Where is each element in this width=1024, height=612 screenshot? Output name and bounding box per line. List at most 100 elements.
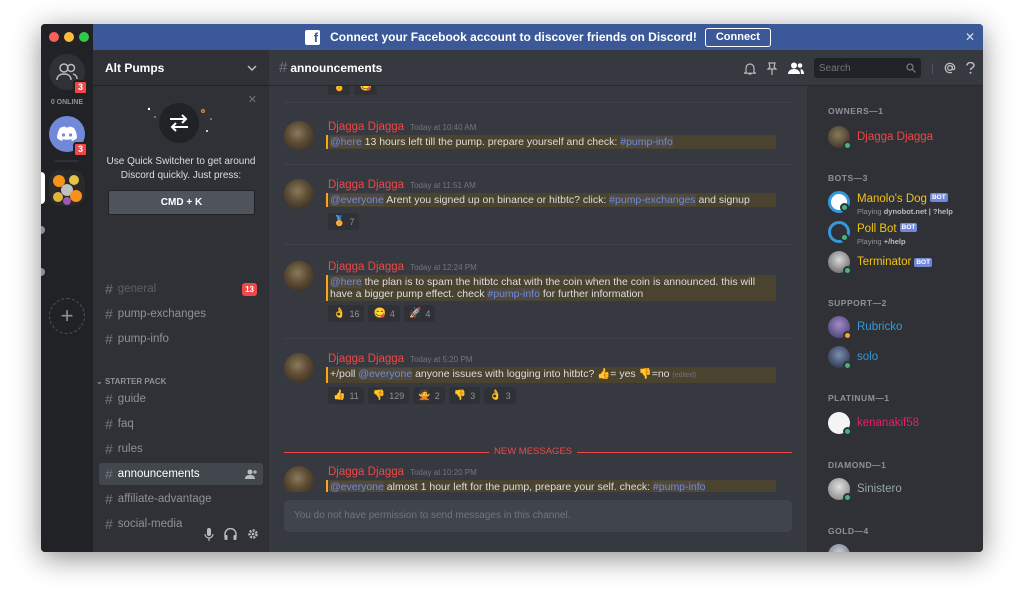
member-activity: Playing dynobot.net | ?help: [857, 207, 953, 216]
help-icon[interactable]: [966, 62, 975, 74]
mention-everyone[interactable]: @everyone: [330, 194, 384, 206]
member-name: Terminator: [857, 256, 912, 268]
author-name[interactable]: Djagga Djagga: [328, 353, 404, 365]
member-item[interactable]: Poll Bot BOT Playing +/help: [828, 219, 918, 246]
bell-icon[interactable]: [743, 62, 756, 75]
channel-link[interactable]: #pump-info: [652, 481, 706, 492]
channel-faq[interactable]: # faq: [99, 413, 263, 435]
member-list-icon[interactable]: [787, 62, 804, 74]
channel-label: faq: [117, 418, 134, 430]
hash-icon: #: [105, 391, 113, 407]
guild-separator: [55, 160, 79, 162]
quick-switcher-close-icon[interactable]: ✕: [248, 93, 257, 106]
edited-label: (edited): [672, 372, 697, 379]
avatar[interactable]: [284, 261, 314, 291]
member-item[interactable]: Djagga Djagga: [828, 124, 933, 150]
activity-name: dynobot.net | ?help: [883, 206, 953, 216]
reactions-row: 👌 16 😋 4 🚀 4: [328, 305, 436, 322]
author-name[interactable]: Djagga Djagga: [328, 466, 404, 478]
reaction[interactable]: 👌 16: [328, 305, 365, 322]
reaction[interactable]: 🏅: [328, 86, 351, 95]
channel-rules[interactable]: # rules: [99, 438, 263, 460]
member-name: kenanakif58: [857, 417, 920, 429]
member-item[interactable]: Terminator BOT: [828, 249, 933, 275]
facebook-connect-button[interactable]: Connect: [704, 27, 771, 47]
avatar[interactable]: [284, 179, 314, 209]
facebook-icon: f: [305, 29, 321, 45]
channel-link[interactable]: #pump-info: [487, 288, 540, 300]
reaction[interactable]: 👎 129: [367, 387, 410, 404]
channel-guide[interactable]: # guide: [99, 388, 263, 410]
author-name[interactable]: Djagga Djagga: [328, 179, 404, 191]
channel-pump-info[interactable]: # pump-info: [99, 328, 263, 350]
mention-everyone[interactable]: @everyone: [330, 481, 384, 492]
member-list: OWNERS—1 Djagga Djagga BOTS—3 Manolo's D…: [807, 86, 983, 552]
pin-icon[interactable]: [766, 61, 778, 75]
avatar[interactable]: [284, 121, 314, 151]
minimize-window-button[interactable]: [64, 32, 74, 42]
add-server-button[interactable]: +: [49, 298, 85, 334]
member-item[interactable]: kenanakif58: [828, 410, 919, 436]
zoom-window-button[interactable]: [79, 32, 89, 42]
message-divider: [284, 244, 792, 245]
mention-everyone[interactable]: @everyone: [358, 368, 413, 380]
reaction[interactable]: 😋: [354, 86, 377, 95]
member-item[interactable]: Manolo's Dog BOT Playing dynobot.net | ?h…: [828, 189, 953, 216]
facebook-connect-banner: f Connect your Facebook account to disco…: [93, 24, 983, 50]
channel-pump-exchanges[interactable]: # pump-exchanges: [99, 303, 263, 325]
reaction-emoji: 🙅: [418, 390, 431, 401]
online-status-icon: [843, 427, 852, 436]
channel-link[interactable]: #pump-exchanges: [609, 194, 696, 206]
channel-title: announcements: [290, 60, 383, 75]
mention-here[interactable]: @here: [330, 136, 362, 148]
mention-here[interactable]: @here: [330, 276, 362, 288]
group-header-owners: OWNERS—1: [828, 106, 884, 116]
reaction[interactable]: 🙅 2: [413, 387, 445, 404]
hash-icon: #: [105, 466, 113, 482]
reaction[interactable]: 👎 3: [448, 387, 481, 404]
online-count: 0 ONLINE: [50, 99, 84, 106]
category-starter-pack[interactable]: ⌄ STARTER PACK: [96, 377, 166, 386]
channel-general[interactable]: # general 13: [99, 278, 263, 300]
reaction[interactable]: 👍 11: [328, 387, 364, 404]
reaction-count: 16: [349, 308, 360, 319]
server-header[interactable]: Alt Pumps: [93, 50, 269, 86]
channel-link[interactable]: #pump-info: [620, 136, 673, 148]
chevron-down-icon: [247, 64, 257, 71]
avatar[interactable]: [284, 353, 314, 383]
hash-icon: #: [105, 441, 113, 457]
member-item[interactable]: Sinistero: [828, 476, 902, 502]
reaction-count: 129: [389, 390, 405, 401]
mentions-icon[interactable]: [944, 62, 956, 74]
author-name[interactable]: Djagga Djagga: [328, 121, 404, 133]
member-item[interactable]: solo: [828, 344, 878, 370]
reaction[interactable]: 👌 3: [484, 387, 516, 404]
server-name: Alt Pumps: [105, 60, 165, 75]
reaction-count: 2: [434, 390, 440, 401]
timestamp: Today at 5:20 PM: [410, 355, 473, 364]
quick-switcher-tip: ✕ Use Quick Switcher to get around Disco…: [93, 87, 269, 253]
headphones-icon[interactable]: [224, 528, 237, 540]
invite-icon[interactable]: [245, 469, 257, 479]
message-text: and signup: [695, 194, 750, 206]
avatar[interactable]: [284, 466, 314, 492]
reaction[interactable]: 🚀 4: [403, 305, 436, 322]
channel-announcements[interactable]: # announcements: [99, 463, 263, 485]
reaction[interactable]: 🏅 7: [328, 213, 360, 230]
discord-home-badge: 3: [73, 142, 89, 157]
microphone-icon[interactable]: [204, 527, 214, 541]
channel-label: pump-info: [117, 333, 169, 345]
member-item[interactable]: [828, 542, 857, 552]
message-text: almost 1 hour left for the pump, prepare…: [383, 481, 653, 492]
banner-close-icon[interactable]: ✕: [965, 30, 975, 44]
gear-icon[interactable]: [247, 528, 259, 540]
author-name[interactable]: Djagga Djagga: [328, 261, 404, 273]
close-window-button[interactable]: [49, 32, 59, 42]
reaction[interactable]: 😋 4: [368, 305, 400, 322]
sparkles-icon: [147, 107, 212, 132]
member-item[interactable]: Rubricko: [828, 314, 902, 340]
search-input[interactable]: Search: [813, 58, 921, 78]
alt-pumps-server-icon[interactable]: [49, 170, 85, 206]
channel-affiliate-advantage[interactable]: # affiliate-advantage: [99, 488, 263, 510]
idle-status-icon: [843, 331, 852, 340]
